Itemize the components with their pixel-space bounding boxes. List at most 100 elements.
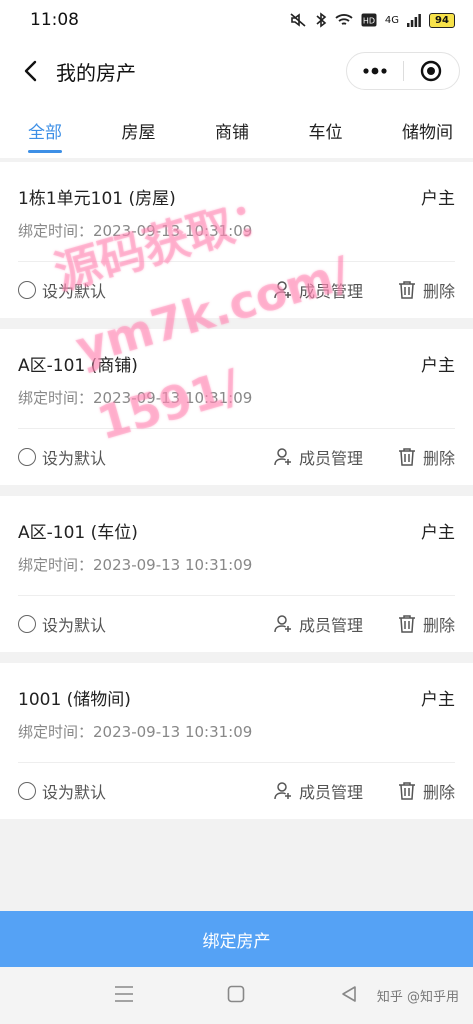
bind-time: 绑定时间：2023-09-13 10:31:09: [18, 387, 252, 408]
signal-icon: [407, 14, 421, 27]
member-manage-label: 成员管理: [298, 449, 363, 468]
property-card-info: A区-101 (商铺) 户主 绑定时间：2023-09-13 10:31:09: [18, 329, 455, 429]
property-card: 1001 (储物间) 户主 绑定时间：2023-09-13 10:31:09 设…: [0, 663, 473, 819]
trash-icon: [398, 448, 415, 466]
more-button[interactable]: [347, 53, 403, 89]
member-manage-button[interactable]: 成员管理: [273, 445, 363, 469]
trash-icon: [398, 281, 415, 299]
close-mini-program-button[interactable]: [404, 53, 460, 89]
delete-button[interactable]: 删除: [397, 278, 455, 302]
user-plus-icon: [274, 615, 291, 633]
member-manage-label: 成员管理: [298, 783, 363, 802]
trash-icon: [398, 615, 415, 633]
delete-label: 删除: [422, 449, 455, 468]
set-default-button[interactable]: 设为默认: [18, 445, 273, 469]
property-role: 户主: [421, 189, 455, 209]
delete-button[interactable]: 删除: [397, 445, 455, 469]
status-time: 11:08: [30, 10, 79, 30]
more-dots-icon: [363, 67, 387, 75]
nav-bar: 我的房产: [0, 40, 473, 102]
property-card: A区-101 (商铺) 户主 绑定时间：2023-09-13 10:31:09 …: [0, 329, 473, 485]
system-nav-bar: 知乎 @知乎用: [0, 967, 473, 1024]
set-default-button[interactable]: 设为默认: [18, 278, 273, 302]
page-title: 我的房产: [56, 60, 136, 85]
target-icon: [421, 60, 442, 82]
property-name: A区-101 (商铺): [18, 356, 138, 376]
bind-time-value: 2023-09-13 10:31:09: [93, 389, 253, 407]
property-card: A区-101 (车位) 户主 绑定时间：2023-09-13 10:31:09 …: [0, 496, 473, 652]
member-manage-label: 成员管理: [298, 282, 363, 301]
property-card-actions: 设为默认 成员管理 删除: [18, 596, 455, 652]
bind-time-label: 绑定时间：: [18, 556, 94, 574]
bluetooth-icon: [316, 12, 327, 28]
set-default-button[interactable]: 设为默认: [18, 779, 273, 803]
delete-label: 删除: [422, 282, 455, 301]
bind-time-value: 2023-09-13 10:31:09: [93, 723, 253, 741]
trash-icon: [398, 782, 415, 800]
radio-icon: [18, 448, 36, 466]
hd-icon: HD: [361, 13, 377, 27]
property-name: 1001 (储物间): [18, 690, 131, 710]
property-name: A区-101 (车位): [18, 523, 138, 543]
property-card-actions: 设为默认 成员管理 删除: [18, 262, 455, 318]
wifi-icon: [335, 14, 353, 25]
back-triangle-icon[interactable]: [340, 985, 358, 1003]
set-default-label: 设为默认: [42, 282, 107, 301]
battery-icon: 94: [429, 12, 455, 28]
property-name: 1栋1单元101 (房屋): [18, 189, 176, 209]
property-card-info: 1栋1单元101 (房屋) 户主 绑定时间：2023-09-13 10:31:0…: [18, 162, 455, 262]
zhihu-watermark: 知乎 @知乎用: [376, 990, 459, 1005]
property-card-info: A区-101 (车位) 户主 绑定时间：2023-09-13 10:31:09: [18, 496, 455, 596]
home-icon[interactable]: [227, 985, 245, 1003]
member-manage-button[interactable]: 成员管理: [273, 779, 363, 803]
member-manage-button[interactable]: 成员管理: [273, 278, 363, 302]
set-default-label: 设为默认: [42, 783, 107, 802]
set-default-button[interactable]: 设为默认: [18, 612, 273, 636]
mini-program-capsule: [346, 52, 460, 90]
tab-all[interactable]: 全部: [28, 112, 62, 153]
tab-shop[interactable]: 商铺: [215, 112, 249, 149]
property-card-info: 1001 (储物间) 户主 绑定时间：2023-09-13 10:31:09: [18, 663, 455, 763]
tab-parking[interactable]: 车位: [309, 112, 343, 149]
property-card-actions: 设为默认 成员管理 删除: [18, 429, 455, 485]
radio-icon: [18, 615, 36, 633]
property-role: 户主: [421, 690, 455, 710]
bind-time-label: 绑定时间：: [18, 723, 94, 741]
delete-label: 删除: [422, 616, 455, 635]
delete-button[interactable]: 删除: [397, 779, 455, 803]
member-manage-label: 成员管理: [298, 616, 363, 635]
chevron-left-icon: [24, 60, 37, 82]
property-card: 1栋1单元101 (房屋) 户主 绑定时间：2023-09-13 10:31:0…: [0, 162, 473, 318]
bind-time: 绑定时间：2023-09-13 10:31:09: [18, 554, 252, 575]
bind-time-value: 2023-09-13 10:31:09: [93, 222, 253, 240]
bind-time: 绑定时间：2023-09-13 10:31:09: [18, 721, 252, 742]
menu-icon[interactable]: [114, 985, 134, 1003]
property-role: 户主: [421, 523, 455, 543]
bind-time-value: 2023-09-13 10:31:09: [93, 556, 253, 574]
user-plus-icon: [274, 782, 291, 800]
bind-time: 绑定时间：2023-09-13 10:31:09: [18, 220, 252, 241]
bind-property-button[interactable]: 绑定房产: [0, 911, 473, 967]
status-bar: 11:08 HD 4G 94: [0, 0, 473, 40]
category-tabs: 全部 房屋 商铺 车位 储物间: [0, 102, 473, 158]
radio-icon: [18, 281, 36, 299]
user-plus-icon: [274, 448, 291, 466]
mute-icon: [290, 13, 306, 27]
delete-button[interactable]: 删除: [397, 612, 455, 636]
property-card-actions: 设为默认 成员管理 删除: [18, 763, 455, 819]
tab-storage[interactable]: 储物间: [402, 112, 453, 149]
member-manage-button[interactable]: 成员管理: [273, 612, 363, 636]
bind-time-label: 绑定时间：: [18, 389, 94, 407]
tab-house[interactable]: 房屋: [122, 112, 156, 149]
svg-text:HD: HD: [363, 17, 375, 26]
network-type: 4G: [384, 14, 399, 26]
radio-icon: [18, 782, 36, 800]
set-default-label: 设为默认: [42, 616, 107, 635]
back-button[interactable]: [8, 49, 52, 93]
set-default-label: 设为默认: [42, 449, 107, 468]
status-icons: HD 4G 94: [289, 12, 455, 28]
bind-time-label: 绑定时间：: [18, 222, 94, 240]
delete-label: 删除: [422, 783, 455, 802]
property-role: 户主: [421, 356, 455, 376]
user-plus-icon: [274, 281, 291, 299]
